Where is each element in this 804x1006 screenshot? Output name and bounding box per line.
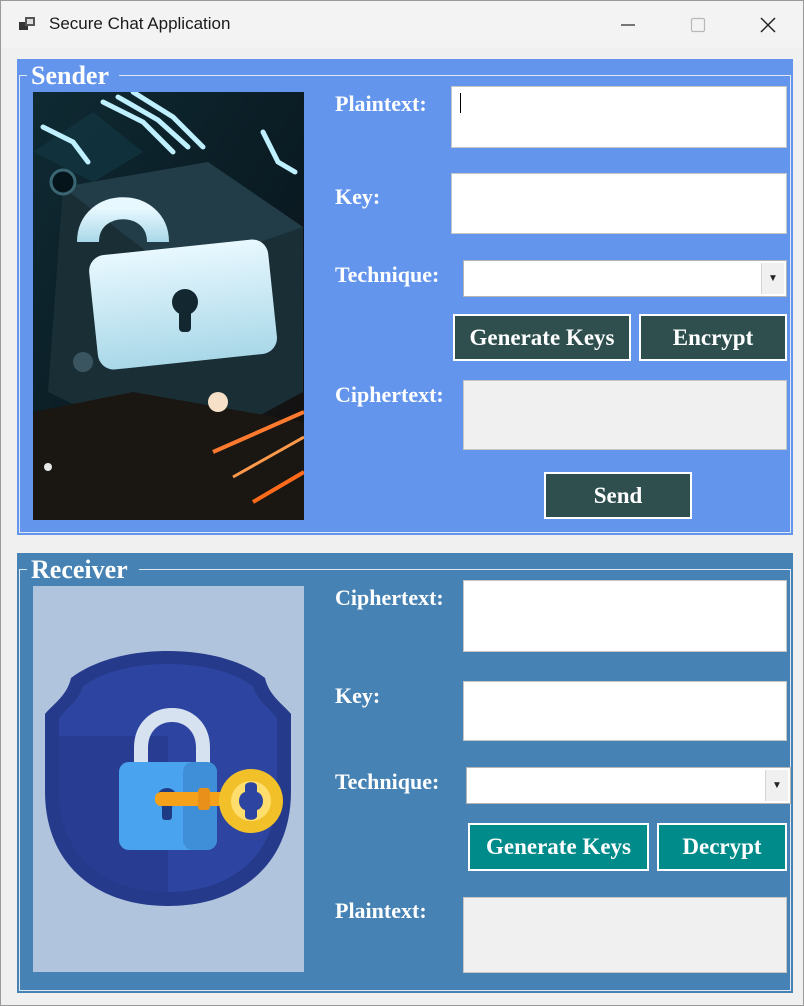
receiver-frame-line [19, 569, 27, 570]
maximize-button[interactable] [663, 1, 733, 48]
sender-generate-keys-button[interactable]: Generate Keys [453, 314, 631, 361]
minimize-button[interactable] [593, 1, 663, 48]
encrypt-button[interactable]: Encrypt [639, 314, 787, 361]
sender-frame-line [19, 75, 27, 76]
sender-plaintext-input[interactable] [451, 86, 787, 148]
receiver-frame-line [139, 569, 791, 570]
send-button[interactable]: Send [544, 472, 692, 519]
receiver-plaintext-label: Plaintext: [335, 898, 427, 923]
sender-key-label: Key: [335, 184, 381, 209]
decrypt-button[interactable]: Decrypt [657, 823, 787, 871]
sender-technique-label: Technique: [335, 262, 440, 287]
sender-technique-select[interactable]: ▼ [463, 260, 787, 297]
app-icon [19, 17, 35, 30]
maximize-icon [690, 17, 706, 32]
window-title: Secure Chat Application [49, 14, 231, 33]
receiver-legend: Receiver [31, 555, 128, 584]
chevron-down-icon[interactable]: ▼ [765, 770, 788, 801]
close-button[interactable] [733, 1, 803, 48]
shield-padlock-key-image [33, 586, 304, 972]
circuit-padlock-image [33, 92, 304, 520]
receiver-technique-label: Technique: [335, 769, 440, 794]
minimize-icon [621, 23, 635, 26]
sender-ciphertext-label: Ciphertext: [335, 382, 444, 407]
close-icon [760, 16, 776, 33]
receiver-technique-select[interactable]: ▼ [466, 767, 791, 804]
receiver-generate-keys-button[interactable]: Generate Keys [468, 823, 649, 871]
receiver-plaintext-output[interactable] [463, 897, 787, 973]
receiver-group: Receiver Ciphertext: Key: Technique: ▼ G… [17, 553, 793, 993]
chevron-down-icon[interactable]: ▼ [761, 263, 784, 294]
sender-ciphertext-output[interactable] [463, 380, 787, 450]
sender-legend: Sender [31, 61, 109, 90]
receiver-ciphertext-label: Ciphertext: [335, 585, 444, 610]
sender-group: Sender Plaintext: Key: Technique: ▼ Gene… [17, 59, 793, 535]
receiver-ciphertext-input[interactable] [463, 580, 787, 652]
receiver-key-input[interactable] [463, 681, 787, 741]
sender-key-input[interactable] [451, 173, 787, 234]
title-bar[interactable]: Secure Chat Application [1, 1, 803, 48]
text-caret [460, 93, 461, 113]
app-window: Secure Chat Application Sender Plaintext… [0, 0, 804, 1006]
sender-frame-line [119, 75, 791, 76]
sender-plaintext-label: Plaintext: [335, 91, 427, 116]
receiver-key-label: Key: [335, 683, 381, 708]
